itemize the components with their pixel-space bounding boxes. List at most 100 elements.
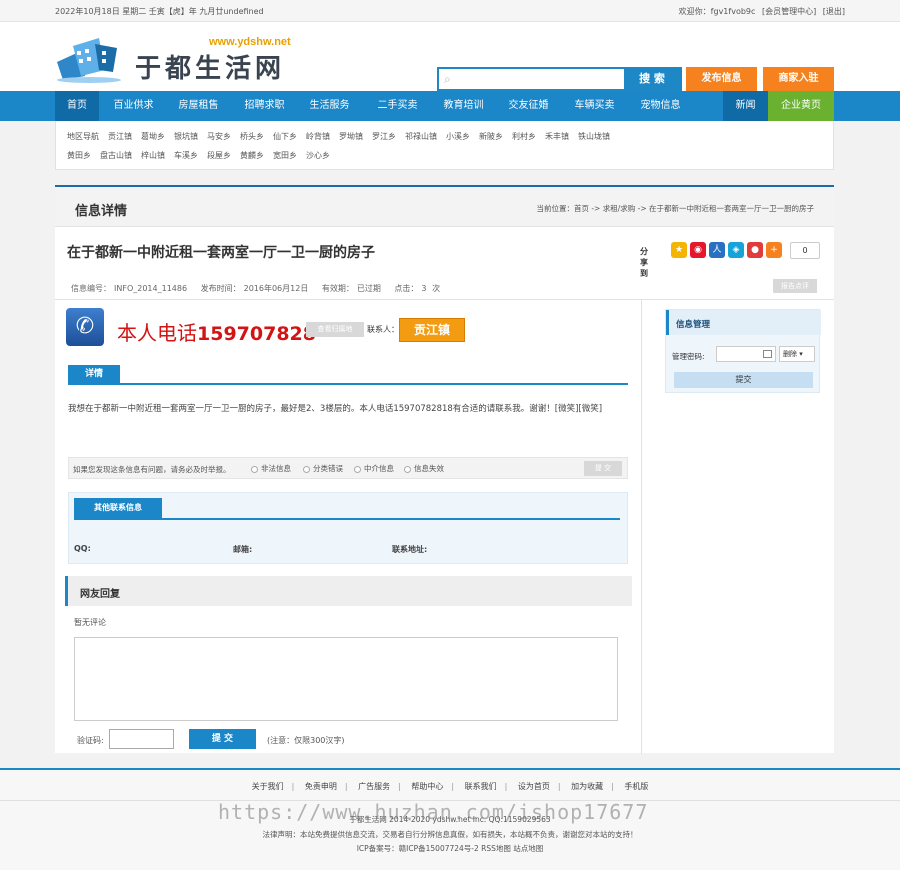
contact-label: 联系人： [367, 325, 399, 334]
site-logo[interactable]: www.ydshw.net 于都生活网 [55, 34, 295, 84]
footer-link-mobile[interactable]: 手机版 [624, 782, 648, 791]
area-link[interactable]: 祁禄山镇 [405, 132, 437, 141]
tab-other-contact[interactable]: 其他联系信息 [74, 498, 162, 518]
nav-item-home[interactable]: 首页 [55, 91, 99, 121]
area-link[interactable]: 黄麟乡 [240, 151, 264, 160]
validity: 已过期 [356, 284, 381, 293]
search-icon: ⌕ [444, 72, 451, 86]
area-link[interactable]: 利村乡 [512, 132, 536, 141]
area-link[interactable]: 梓山镇 [141, 151, 165, 160]
area-link[interactable]: 宽田乡 [273, 151, 297, 160]
user-links: 欢迎你：fgv1fvob9c [会员管理中心] [退出] [675, 6, 845, 17]
phone-location-button[interactable]: 查看归属地 [306, 322, 364, 337]
nav-item-vehicles[interactable]: 车辆买卖 [567, 91, 622, 121]
report-option-agent[interactable]: 中介信息 [354, 463, 394, 474]
area-link[interactable]: 沙心乡 [306, 151, 330, 160]
footer-link-disclaimer[interactable]: 免责申明 [305, 782, 337, 791]
radio-icon[interactable] [303, 465, 310, 473]
reply-title: 网友回复 [80, 589, 120, 600]
merchant-join-button[interactable]: 商家入驻 [763, 67, 834, 91]
area-link[interactable]: 仙下乡 [273, 132, 297, 141]
report-option-category[interactable]: 分类错误 [303, 463, 343, 474]
area-link[interactable]: 盘古山镇 [100, 151, 132, 160]
comment-textarea[interactable] [74, 637, 618, 721]
area-link[interactable]: 车溪乡 [174, 151, 198, 160]
management-submit-button[interactable]: 提交 [674, 372, 813, 388]
area-link[interactable]: 葛坳乡 [141, 132, 165, 141]
footer-link-ads[interactable]: 广告服务 [358, 782, 390, 791]
report-review-button[interactable]: 报告点评 [773, 279, 817, 293]
area-link[interactable]: 段屋乡 [207, 151, 231, 160]
nav-item-dating[interactable]: 交友征婚 [501, 91, 556, 121]
radio-icon[interactable] [404, 465, 411, 473]
footer-link-favorite[interactable]: 加为收藏 [571, 782, 603, 791]
nav-item-secondhand[interactable]: 二手买卖 [370, 91, 425, 121]
footer-link-homepage[interactable]: 设为首页 [518, 782, 550, 791]
phone-prefix: 本人电话 [117, 321, 197, 345]
post-title: 在于都新一中附近租一套两室一厅一卫一厨的房子 [67, 245, 375, 261]
nav-item-jobs[interactable]: 招聘求职 [237, 91, 292, 121]
main-nav: 首页 百业供求 房屋租售 招聘求职 生活服务 二手买卖 教育培训 交友征婚 车辆… [0, 91, 900, 121]
area-link[interactable]: 小溪乡 [446, 132, 470, 141]
area-link[interactable]: 岭背镇 [306, 132, 330, 141]
area-link[interactable]: 铁山垅镇 [578, 132, 610, 141]
search-button[interactable]: 搜 索 [624, 69, 680, 89]
action-select[interactable]: 删除 ▾ [779, 346, 815, 362]
area-link[interactable]: 银坑镇 [174, 132, 198, 141]
area-link[interactable]: 禾丰镇 [545, 132, 569, 141]
radio-icon[interactable] [354, 465, 361, 473]
area-navigation: 地区导航 贡江镇 葛坳乡 银坑镇 马安乡 桥头乡 仙下乡 岭背镇 罗坳镇 罗江乡 祁禄山镇 小溪乡 新陂… [55, 121, 834, 170]
logo-url: www.ydshw.net [209, 36, 291, 48]
date-label: 发布时间： [200, 284, 241, 293]
area-link[interactable]: 新陂乡 [479, 132, 503, 141]
tencent-share-icon[interactable]: ◈ [728, 242, 744, 258]
nav-item-education[interactable]: 教育培训 [436, 91, 491, 121]
radio-icon[interactable] [251, 465, 258, 473]
report-option-label: 信息失效 [414, 464, 444, 473]
keyboard-icon[interactable] [763, 350, 772, 358]
top-bar: 2022年10月18日 星期二 壬寅【虎】年 九月廿undefined 欢迎你：… [0, 0, 900, 22]
breadcrumb[interactable]: 当前位置：首页 -> 求租/求购 -> 在于都新一中附近租一套两室一厅一卫一厨的… [536, 203, 814, 214]
nav-item-news[interactable]: 新闻 [723, 91, 768, 121]
area-link[interactable]: 罗坳镇 [339, 132, 363, 141]
search-box[interactable]: ⌕ 搜 索 [437, 67, 682, 91]
share-label: 分享到 [640, 247, 648, 278]
comment-submit-button[interactable]: 提 交 [189, 729, 256, 749]
nav-item-housing[interactable]: 房屋租售 [171, 91, 226, 121]
report-submit-button[interactable]: 提 交 [584, 461, 622, 476]
area-link[interactable]: 桥头乡 [240, 132, 264, 141]
qq-share-icon[interactable]: ● [747, 242, 763, 258]
area-link[interactable]: 罗江乡 [372, 132, 396, 141]
info-detail-panel: 信息详情 当前位置：首页 -> 求租/求购 -> 在于都新一中附近租一套两室一厅… [55, 185, 834, 754]
qzone-share-icon[interactable]: ★ [671, 242, 687, 258]
footer-link-contact[interactable]: 联系我们 [465, 782, 497, 791]
column-divider [641, 299, 642, 754]
reply-header: 网友回复 [65, 576, 632, 606]
action-select-value: 删除 [783, 350, 797, 358]
member-center-link[interactable]: [会员管理中心] [762, 7, 816, 16]
nav-item-services[interactable]: 生活服务 [302, 91, 357, 121]
logout-link[interactable]: [退出] [823, 7, 845, 16]
area-link[interactable]: 黄田乡 [67, 151, 91, 160]
area-link[interactable]: 马安乡 [207, 132, 231, 141]
renren-share-icon[interactable]: 人 [709, 242, 725, 258]
footer-link-help[interactable]: 帮助中心 [411, 782, 443, 791]
area-link[interactable]: 贡江镇 [108, 132, 132, 141]
weibo-share-icon[interactable]: ◉ [690, 242, 706, 258]
phone-icon: ✆ [66, 308, 104, 346]
nav-item-yellow-pages[interactable]: 企业黄页 [768, 91, 834, 121]
click-count: 3 [421, 284, 427, 293]
post-info-button[interactable]: 发布信息 [686, 67, 757, 91]
nav-item-pets[interactable]: 宠物信息 [633, 91, 688, 121]
tab-detail[interactable]: 详情 [68, 365, 120, 383]
captcha-input[interactable] [109, 729, 174, 749]
password-input[interactable] [716, 346, 776, 362]
nav-item-supply[interactable]: 百业供求 [106, 91, 161, 121]
panel-header: 信息详情 当前位置：首页 -> 求租/求购 -> 在于都新一中附近租一套两室一厅… [55, 187, 834, 227]
report-option-expired[interactable]: 信息失效 [404, 463, 444, 474]
report-option-illegal[interactable]: 非法信息 [251, 463, 291, 474]
icp-record[interactable]: ICP备案号：赣ICP备15007724号-2 RSS地图 站点地图 [0, 843, 900, 854]
footer-link-about[interactable]: 关于我们 [252, 782, 284, 791]
header: www.ydshw.net 于都生活网 ⌕ 搜 索 发布信息 商家入驻 [0, 22, 900, 91]
more-share-icon[interactable]: + [766, 242, 782, 258]
